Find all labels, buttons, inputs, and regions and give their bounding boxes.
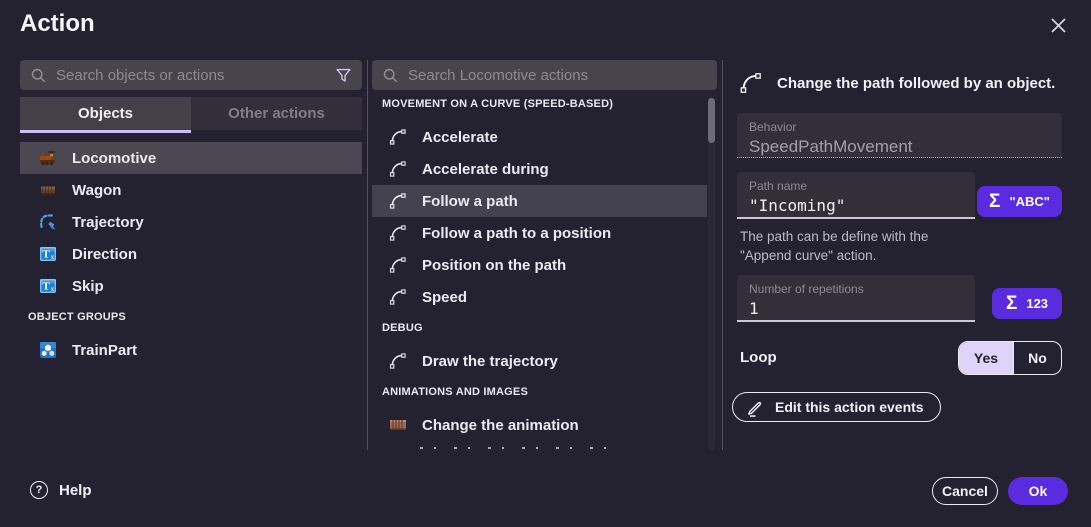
clipped-action-row [420,446,620,450]
action-label: Draw the trajectory [422,353,558,370]
filter-icon[interactable] [335,67,352,84]
behavior-field-value: SpeedPathMovement [749,137,1050,157]
object-row-locomotive[interactable]: Locomotive [20,142,362,174]
svg-text:T: T [42,281,50,293]
behavior-field-label: Behavior [749,120,1050,134]
text-object-icon: T x [38,276,58,296]
actions-search-box [372,60,717,90]
ok-button[interactable]: Ok [1008,477,1068,505]
loop-yes-button[interactable]: Yes [959,342,1013,374]
action-row-draw-the-trajectory[interactable]: Draw the trajectory [372,345,707,377]
tab-other-actions[interactable]: Other actions [191,97,362,130]
loop-label: Loop [740,349,777,366]
sigma-icon: Σ [1006,294,1017,313]
cancel-button[interactable]: Cancel [932,477,998,505]
trajectory-icon [38,212,58,232]
object-row-direction[interactable]: T x Direction [20,238,362,270]
action-row-change-the-animation[interactable]: Change the animation [372,409,707,441]
svg-text:x: x [51,285,55,293]
curve-action-icon [388,159,408,179]
section-header-animations: ANIMATIONS AND IMAGES [382,386,528,398]
dialog-title: Action [20,10,95,38]
action-label: Position on the path [422,257,566,274]
repetitions-field[interactable]: Number of repetitions 1 [737,275,975,322]
path-name-field[interactable]: Path name "Incoming" [737,172,975,219]
string-expression-button[interactable]: Σ "ABC" [977,186,1062,217]
locomotive-icon [38,148,58,168]
action-row-speed[interactable]: Speed [372,281,707,313]
curve-action-icon [388,191,408,211]
action-description-row: Change the path followed by an object. [738,70,1068,96]
left-middle-divider [367,60,368,450]
action-label: Speed [422,289,467,306]
loop-toggle: Yes No [958,341,1062,375]
object-label: Direction [72,246,137,263]
wagon-icon [38,180,58,200]
action-row-position-on-the-path[interactable]: Position on the path [372,249,707,281]
object-label: Locomotive [72,150,156,167]
help-button[interactable]: ? Help [30,481,92,499]
curve-action-icon [388,255,408,275]
curve-action-icon [388,287,408,307]
object-group-icon [38,340,58,360]
curve-action-icon [388,127,408,147]
action-row-accelerate-during[interactable]: Accelerate during [372,153,707,185]
action-row-follow-a-path[interactable]: Follow a path [372,185,707,217]
path-name-helper-text: The path can be define with the "Append … [740,227,928,265]
action-label: Follow a path [422,193,518,210]
svg-text:x: x [51,253,55,261]
pencil-icon [746,398,765,417]
objects-search-box [20,60,362,90]
search-icon [382,67,399,84]
help-icon: ? [30,481,48,499]
group-label: TrainPart [72,342,137,359]
action-label: Accelerate during [422,161,549,178]
animation-icon [388,415,408,435]
action-row-accelerate[interactable]: Accelerate [372,121,707,153]
search-icon [30,67,47,84]
loop-no-button[interactable]: No [1013,342,1061,374]
path-name-field-value[interactable]: "Incoming" [749,196,963,215]
number-expression-button[interactable]: Σ 123 [992,288,1062,319]
object-label: Wagon [72,182,121,199]
object-row-skip[interactable]: T x Skip [20,270,362,302]
object-label: Trajectory [72,214,144,231]
text-object-icon: T x [38,244,58,264]
action-dialog: Action Objects Other actions Locomotive [0,0,1091,527]
middle-right-divider [722,60,723,450]
action-label: Follow a path to a position [422,225,611,242]
object-row-trajectory[interactable]: Trajectory [20,206,362,238]
path-name-field-label: Path name [749,179,963,193]
object-label: Skip [72,278,104,295]
tab-objects[interactable]: Objects [20,97,191,130]
object-groups-header: OBJECT GROUPS [28,311,126,323]
repetitions-field-value[interactable]: 1 [749,299,963,318]
actions-scrollbar-track [708,96,715,450]
edit-action-events-button[interactable]: Edit this action events [732,392,941,422]
svg-text:T: T [42,249,50,261]
left-panel-tabs: Objects Other actions [20,97,362,130]
section-header-debug: DEBUG [382,322,423,334]
behavior-field: Behavior SpeedPathMovement [737,113,1062,158]
action-description: Change the path followed by an object. [777,75,1055,92]
curve-action-icon [388,223,408,243]
objects-search-input[interactable] [56,67,326,84]
curve-action-icon [388,351,408,371]
object-row-wagon[interactable]: Wagon [20,174,362,206]
action-row-follow-a-path-to-a-position[interactable]: Follow a path to a position [372,217,707,249]
curve-action-icon [738,70,764,96]
action-label: Change the animation [422,417,579,434]
sigma-icon: Σ [989,192,1000,211]
section-header-movement: MOVEMENT ON A CURVE (SPEED-BASED) [382,98,613,110]
actions-scrollbar-thumb[interactable] [708,98,715,143]
repetitions-field-label: Number of repetitions [749,282,963,296]
action-label: Accelerate [422,129,498,146]
actions-search-input[interactable] [408,67,707,84]
group-row-trainpart[interactable]: TrainPart [20,334,362,366]
close-icon[interactable] [1047,14,1069,36]
